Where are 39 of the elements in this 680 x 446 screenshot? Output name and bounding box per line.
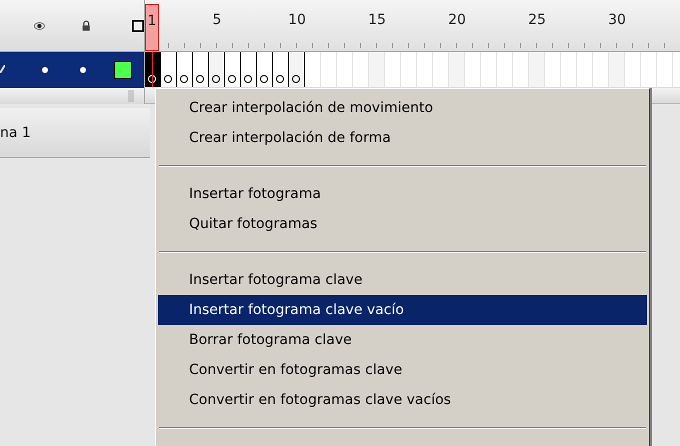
menu-item[interactable]: Insertar fotograma: [158, 179, 647, 209]
menu-item[interactable]: Crear interpolación de movimiento: [158, 93, 647, 123]
grip-icon[interactable]: [128, 90, 134, 102]
menu-item[interactable]: Insertar fotograma clave: [158, 265, 647, 295]
scene-tab[interactable]: na 1: [0, 108, 150, 158]
pencil-icon: [0, 65, 5, 73]
keyframe-cell[interactable]: [289, 52, 305, 87]
menu-item[interactable]: Insertar fotograma clave vacío: [158, 295, 647, 325]
frame-number: 15: [369, 12, 385, 28]
frame-cell[interactable]: [449, 52, 465, 87]
keyframe-cell[interactable]: [209, 52, 225, 87]
keyframe-cell[interactable]: [241, 52, 257, 87]
menu-item[interactable]: Convertir en fotogramas clave vacíos: [158, 385, 647, 415]
frame-cell[interactable]: [529, 52, 545, 87]
playhead-frame-number[interactable]: 1: [145, 4, 159, 51]
keyframe-cell[interactable]: [193, 52, 209, 87]
eye-icon[interactable]: [34, 20, 45, 32]
outline-color-icon[interactable]: [114, 61, 132, 79]
visible-dot-icon[interactable]: [42, 67, 48, 73]
frame-number: 5: [212, 12, 222, 28]
menu-item[interactable]: Crear interpolación de forma: [158, 123, 647, 153]
frame-cell[interactable]: [609, 52, 625, 87]
keyframe-cell[interactable]: [161, 52, 177, 87]
menu-item[interactable]: Convertir en fotogramas clave: [158, 355, 647, 385]
keyframe-cell[interactable]: [273, 52, 289, 87]
menu-item[interactable]: Quitar fotogramas: [158, 209, 647, 239]
keyframe-cell[interactable]: [225, 52, 241, 87]
keyframe-cell[interactable]: [145, 52, 161, 87]
frame-number: 30: [609, 12, 625, 28]
layer-row[interactable]: [0, 52, 145, 88]
frame-number: 25: [529, 12, 545, 28]
keyframe-cell[interactable]: [257, 52, 273, 87]
unlocked-dot-icon[interactable]: [80, 67, 86, 73]
menu-item[interactable]: Borrar fotograma clave: [158, 325, 647, 355]
frame-cell[interactable]: [369, 52, 385, 87]
lock-icon[interactable]: [82, 18, 91, 34]
keyframe-cell[interactable]: [177, 52, 193, 87]
frame-number: 20: [449, 12, 465, 28]
frame-number: 10: [289, 12, 305, 28]
